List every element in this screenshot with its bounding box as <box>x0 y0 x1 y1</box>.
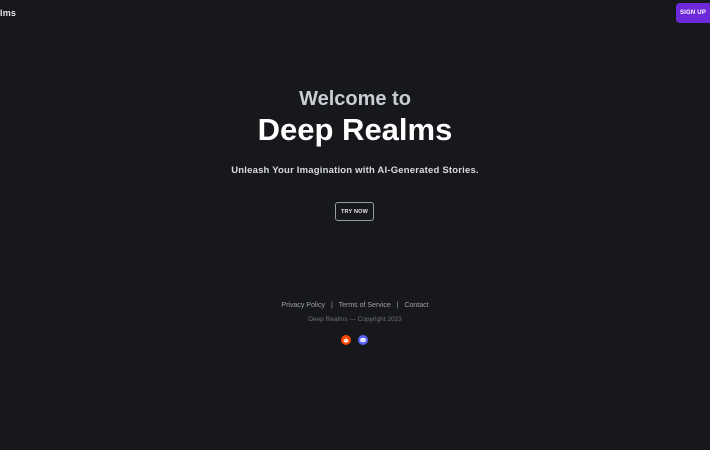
brand-logo-text[interactable]: lms <box>0 8 16 18</box>
discord-glyph <box>360 338 366 342</box>
footer-separator: | <box>396 302 399 309</box>
hero-section: Welcome to Deep Realms <box>0 86 710 148</box>
reddit-glyph <box>343 337 349 343</box>
terms-of-service-link[interactable]: Terms of Service <box>339 302 391 309</box>
sign-up-button[interactable]: SIGN UP <box>676 3 710 23</box>
footer-separator: | <box>330 302 333 309</box>
discord-icon[interactable] <box>358 335 368 345</box>
hero-tagline: Unleash Your Imagination with AI-Generat… <box>231 165 479 176</box>
footer-links: Privacy Policy | Terms of Service | Cont… <box>0 302 710 309</box>
social-links <box>341 335 368 345</box>
reddit-icon[interactable] <box>341 335 351 345</box>
try-now-button[interactable]: TRY NOW <box>335 202 374 221</box>
landing-page: lms SIGN UP Welcome to Deep Realms Unlea… <box>0 0 710 450</box>
hero-welcome-text: Welcome to <box>299 88 411 110</box>
hero-title: Deep Realms <box>257 112 453 147</box>
contact-link[interactable]: Contact <box>404 302 428 309</box>
privacy-policy-link[interactable]: Privacy Policy <box>281 302 325 309</box>
copyright-text: Deep Realms — Copyright 2023 <box>308 316 402 323</box>
